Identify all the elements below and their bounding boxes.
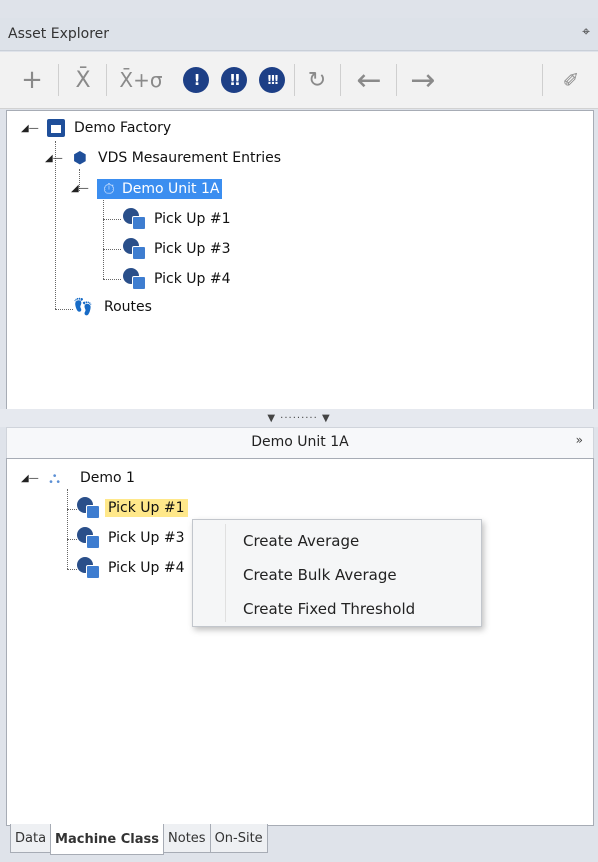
collapse-icon[interactable]: » (576, 433, 583, 447)
tree-node-label: Pick Up #4 (108, 560, 185, 576)
tree-node-vds[interactable]: ⬢ VDS Mesaurement Entries (71, 149, 284, 167)
tree-node-pickup[interactable]: Pick Up #1 (123, 208, 234, 230)
factory-icon (47, 119, 65, 137)
tree-line (55, 309, 73, 310)
tree-node-pickup[interactable]: Pick Up #3 (123, 238, 234, 260)
tree-node-label-selected: ⏱ Demo Unit 1A (97, 179, 223, 199)
alert-1-button[interactable]: ! (180, 62, 212, 98)
tree-node-pickup-highlighted[interactable]: Pick Up #1 (77, 497, 188, 519)
toolbar-separator (294, 64, 295, 96)
tree-node-label: Demo Factory (74, 120, 172, 136)
tree-line (67, 489, 68, 569)
menu-item-create-average[interactable]: Create Average (243, 532, 359, 550)
refresh-icon[interactable]: ↻ (300, 62, 334, 98)
tab-notes[interactable]: Notes (163, 824, 211, 853)
tree-node-label: Pick Up #1 (154, 211, 231, 227)
toolbar-separator (542, 64, 543, 96)
tree-node-label: Pick Up #1 (105, 499, 188, 517)
tree-node-label: Demo 1 (80, 470, 135, 486)
pickup-icon (123, 208, 146, 230)
window-title: Asset Explorer (8, 26, 110, 42)
pickup-icon (77, 497, 100, 519)
tree-node-label: Pick Up #3 (154, 241, 231, 257)
pickup-icon (77, 527, 100, 549)
alert-3-icon: !!! (259, 67, 285, 93)
panel-splitter[interactable]: ▼ ········· ▼ (0, 409, 598, 427)
back-arrow-icon[interactable]: ← (346, 62, 392, 98)
tree-line (103, 249, 121, 250)
alert-2-icon: !! (221, 67, 247, 93)
alert-2-button[interactable]: !! (218, 62, 250, 98)
context-menu: Create Average Create Bulk Average Creat… (192, 519, 482, 627)
tree-node-pickup[interactable]: Pick Up #4 (123, 268, 234, 290)
pickup-icon (123, 238, 146, 260)
tree-node-label: Pick Up #4 (154, 271, 231, 287)
tree-node-pickup[interactable]: Pick Up #4 (77, 557, 188, 579)
mean-plus-sigma-icon[interactable]: X̄+σ (110, 62, 172, 98)
tree-line (67, 539, 77, 540)
tree-line (103, 219, 121, 220)
menu-item-create-bulk-average[interactable]: Create Bulk Average (243, 566, 397, 584)
pickup-icon (123, 268, 146, 290)
tree-node-label: Pick Up #3 (108, 530, 185, 546)
tree-node-label: VDS Mesaurement Entries (98, 150, 282, 166)
lower-panel-header: Demo Unit 1A » (6, 427, 594, 459)
tree-node-label: Routes (104, 299, 152, 315)
tree-node-demo-1[interactable]: ⛬ Demo 1 (49, 469, 138, 487)
pickup-icon (77, 557, 100, 579)
bottom-tab-bar: Data Machine Class Notes On-Site (10, 824, 268, 855)
tree-node-demo-factory[interactable]: Demo Factory (47, 119, 174, 137)
expand-toggle[interactable]: ◢— (21, 123, 39, 134)
tab-on-site[interactable]: On-Site (209, 824, 268, 853)
tree-line (103, 197, 104, 279)
add-icon[interactable]: + (14, 62, 50, 98)
tab-data[interactable]: Data (10, 824, 52, 853)
asset-explorer-titlebar: Asset Explorer ⌖ (0, 18, 598, 51)
expand-toggle[interactable]: ◢— (21, 473, 39, 484)
lower-panel-title: Demo Unit 1A (251, 434, 349, 450)
toolbar-separator (58, 64, 59, 96)
machine-class-tree-panel: ◢— ⛬ Demo 1 Pick Up #1 Pick Up #3 Pick U… (6, 458, 594, 826)
expand-toggle[interactable]: ◢— (71, 183, 89, 194)
tree-node-routes[interactable]: 👣 Routes (73, 298, 155, 316)
unit-icon: ⏱ (103, 180, 115, 198)
clear-brush-icon[interactable]: ✐ (556, 62, 586, 98)
alert-3-button[interactable]: !!! (256, 62, 288, 98)
expand-toggle[interactable]: ◢— (45, 153, 63, 164)
tree-node-pickup[interactable]: Pick Up #3 (77, 527, 188, 549)
tree-line (67, 569, 77, 570)
tree-line (55, 141, 56, 309)
mean-filter-icon[interactable]: X̄ (66, 62, 100, 98)
cube-icon: ⬢ (73, 148, 87, 167)
network-icon: ⛬ (49, 468, 61, 487)
menu-gutter (225, 524, 226, 622)
toolbar-separator (106, 64, 107, 96)
tree-node-text: Demo Unit 1A (122, 181, 220, 197)
tab-machine-class[interactable]: Machine Class (50, 824, 165, 855)
menu-item-create-fixed-threshold[interactable]: Create Fixed Threshold (243, 600, 415, 618)
tree-node-demo-unit[interactable]: ⏱ Demo Unit 1A (97, 179, 223, 199)
pin-icon[interactable]: ⌖ (582, 24, 590, 40)
toolbar: + X̄ X̄+σ ! !! !!! ↻ ← → ✐ (0, 52, 598, 109)
toolbar-separator (340, 64, 341, 96)
alert-1-icon: ! (183, 67, 209, 93)
toolbar-separator (396, 64, 397, 96)
tree-line (67, 509, 77, 510)
footprints-icon: 👣 (73, 297, 93, 316)
asset-tree-panel: ◢— Demo Factory ◢— ⬢ VDS Mesaurement Ent… (6, 110, 594, 410)
tree-line (103, 279, 121, 280)
forward-arrow-icon[interactable]: → (400, 62, 446, 98)
